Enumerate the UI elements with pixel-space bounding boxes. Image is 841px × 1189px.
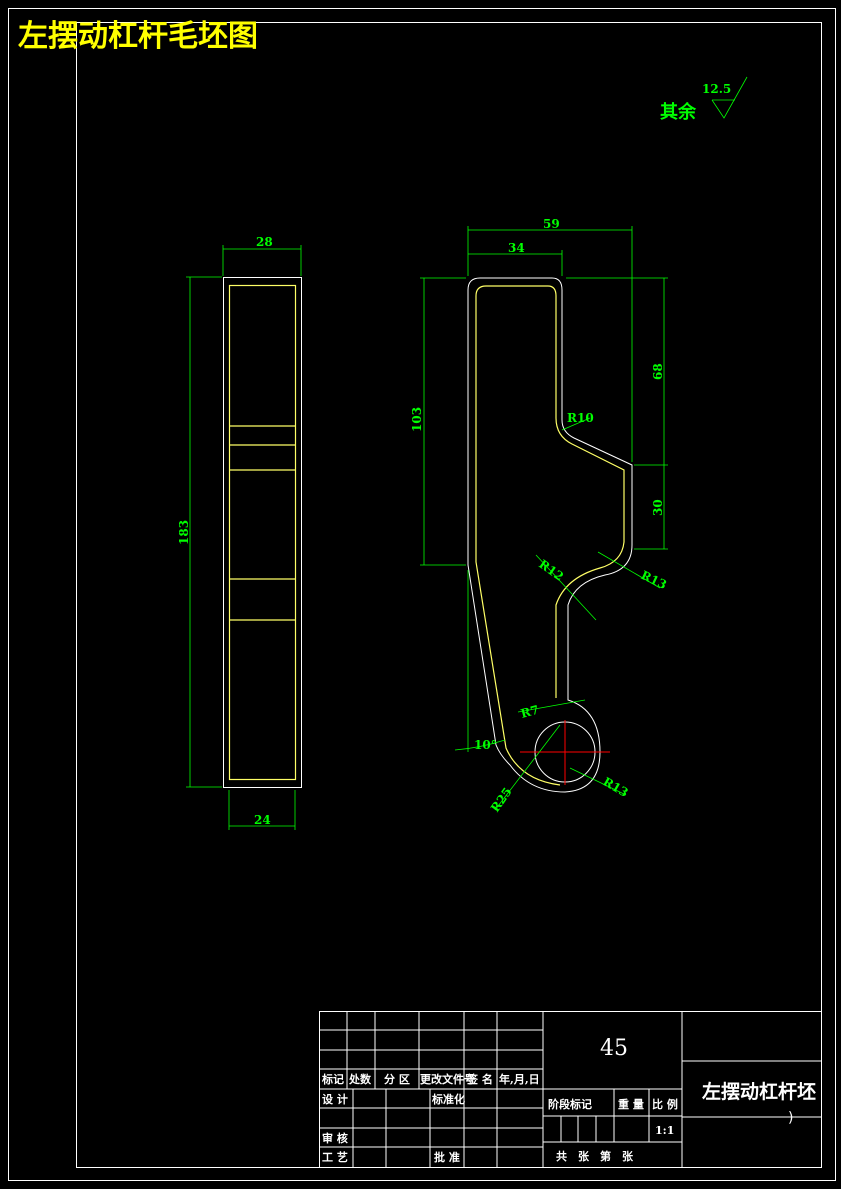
roughness-label: 其余 [660,101,697,123]
material: 45 [600,1036,628,1061]
dim-59: 59 [543,217,560,231]
radius-r12: R12 [536,557,566,584]
part-name: 左摆动杠杆坯 [702,1080,816,1103]
part-name-tail: ) [788,1110,793,1126]
roughness-symbol: 其余 12.5 [660,76,748,123]
dim-103: 103 [410,407,424,432]
scale-value: 1:1 [655,1124,674,1137]
side-height: 183 [177,520,191,545]
front-view: 59 34 68 30 103 R10 R12 R13 R7 R25 R13 1… [410,217,669,815]
drawing-title: 左摆动杠杆毛坯图 [18,19,258,54]
header-mark: 标记 [321,1072,344,1086]
radius-r7: R7 [519,703,540,721]
label-scale: 比 例 [652,1097,678,1111]
radius-r10: R10 [567,411,594,425]
label-stage-mark: 阶段标记 [548,1097,592,1111]
label-standardize: 标准化 [431,1092,465,1106]
dim-34: 34 [508,241,525,255]
label-approve: 批 准 [434,1150,460,1164]
side-width-top: 28 [256,235,273,249]
label-weight: 重 量 [618,1097,644,1111]
label-sheets: 共 张 第 张 [556,1149,634,1163]
header-sign: 签 名 [466,1072,493,1086]
dim-30: 30 [651,499,665,516]
angle-10deg: 10° [474,738,497,752]
roughness-value: 12.5 [702,82,731,96]
dim-68: 68 [651,363,665,380]
header-count: 处数 [348,1072,372,1086]
inner-frame [76,22,822,1168]
radius-r13-lower: R13 [601,774,631,799]
header-zone: 分 区 [384,1072,410,1086]
side-view: 28 24 183 [177,235,302,830]
header-date: 年,月,日 [499,1072,540,1086]
label-design: 设 计 [322,1092,348,1106]
outer-frame [8,8,836,1181]
label-craft: 工 艺 [322,1150,348,1164]
radius-r13-upper: R13 [639,568,669,592]
drawing-canvas: 左摆动杠杆毛坯图 其余 12.5 28 24 183 59 34 68 30 1… [8,8,836,1181]
label-review: 审 核 [322,1131,348,1145]
side-width-bottom: 24 [254,813,271,827]
title-block: 45 左摆动杠杆坯 ) 标记 处数 分 区 更改文件号 签 名 年,月,日 设 … [319,1011,822,1168]
